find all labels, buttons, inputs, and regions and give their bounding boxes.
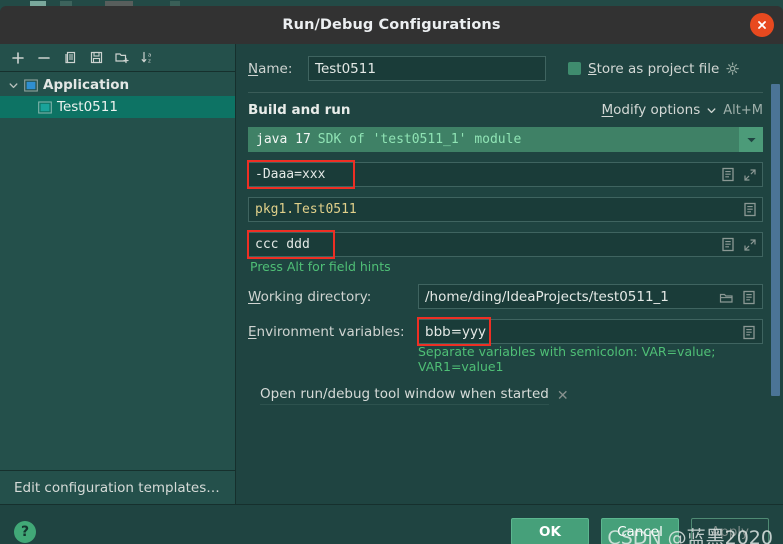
main-class-value: pkg1.Test0511 — [255, 202, 357, 217]
plus-icon — [12, 51, 24, 64]
chevron-down-icon — [9, 82, 18, 88]
save-configuration-button[interactable] — [84, 47, 108, 69]
sort-configurations-button[interactable]: a z — [136, 47, 160, 69]
edit-configuration-templates-link[interactable]: Edit configuration templates… — [0, 470, 235, 504]
store-as-project-file-toggle[interactable]: Store as project file — [568, 61, 740, 77]
open-tool-window-row: Open run/debug tool window when started … — [248, 386, 763, 405]
macro-list-icon[interactable] — [721, 167, 735, 182]
form-scrollbar[interactable] — [771, 84, 780, 396]
build-and-run-header: Build and run Modify options Alt+M — [248, 102, 763, 118]
close-icon — [758, 21, 766, 29]
field-hint: Press Alt for field hints — [250, 259, 391, 274]
environment-variables-input[interactable]: bbb=yyy — [418, 319, 763, 344]
sdk-dropdown-arrow[interactable] — [739, 127, 763, 152]
apply-label: Apply — [710, 523, 750, 540]
store-as-project-file-checkbox[interactable] — [568, 62, 581, 75]
add-configuration-button[interactable] — [6, 47, 30, 69]
close-icon[interactable]: ✕ — [557, 388, 569, 404]
dialog-footer: ? OK Cancel Apply CSDN @蓝黑2020 — [0, 504, 783, 544]
dialog-buttons: OK Cancel Apply — [511, 518, 769, 544]
main-class-input[interactable]: pkg1.Test0511 — [248, 197, 763, 222]
modify-options-button[interactable]: Modify options — [602, 102, 701, 118]
program-arguments-field-icons — [721, 232, 757, 257]
sidebar-toolbar: a z — [0, 44, 235, 72]
close-button[interactable] — [750, 13, 774, 37]
edit-configuration-templates-label: Edit configuration templates… — [14, 479, 220, 496]
copy-configuration-button[interactable] — [58, 47, 82, 69]
name-input[interactable]: Test0511 — [308, 56, 546, 81]
program-arguments-input[interactable]: ccc ddd — [248, 232, 763, 257]
application-icon — [24, 78, 38, 92]
chevron-down-icon — [746, 137, 756, 142]
help-label: ? — [20, 523, 30, 540]
tree-item-label: Test0511 — [57, 99, 118, 115]
name-input-value: Test0511 — [315, 60, 376, 77]
environment-variables-row: Environment variables: bbb=yyy — [248, 317, 763, 346]
jre-sdk-dropdown[interactable]: java 17 SDK of 'test0511_1' module — [248, 127, 763, 152]
expand-icon[interactable] — [743, 168, 757, 182]
store-as-project-file-label: Store as project file — [588, 60, 720, 77]
working-directory-row: Working directory: /home/ding/IdeaProjec… — [248, 284, 763, 309]
save-icon — [90, 51, 102, 64]
modify-options-shortcut: Alt+M — [723, 102, 763, 118]
folder-add-icon — [115, 53, 129, 64]
configurations-tree: Application Test0511 — [0, 72, 235, 470]
vm-options-row: -Daaa=xxx — [247, 160, 763, 189]
dialog-title: Run/Debug Configurations — [282, 17, 501, 33]
ok-button[interactable]: OK — [511, 518, 589, 544]
copy-icon — [64, 51, 75, 64]
sdk-main-label: java 17 — [256, 132, 311, 147]
dialog-titlebar: Run/Debug Configurations — [0, 6, 783, 44]
expand-icon[interactable] — [743, 238, 757, 252]
ok-label: OK — [539, 523, 561, 540]
configurations-sidebar: a z Application Test0511 Edit configurat… — [0, 44, 236, 504]
tree-item-test0511[interactable]: Test0511 — [0, 96, 235, 118]
environment-variables-value: bbb=yyy — [425, 323, 486, 340]
gear-icon[interactable] — [726, 61, 740, 76]
program-arguments-row: ccc ddd — [247, 230, 763, 259]
macro-list-icon[interactable] — [742, 290, 756, 305]
minus-icon — [38, 56, 50, 59]
svg-text:a: a — [148, 52, 151, 58]
tree-group-label: Application — [43, 77, 130, 93]
working-directory-field-icons — [719, 285, 756, 310]
svg-text:z: z — [148, 59, 151, 65]
application-icon — [38, 100, 52, 114]
new-folder-button[interactable] — [110, 47, 134, 69]
folder-browse-icon[interactable] — [719, 291, 734, 305]
vm-options-field-icons — [721, 162, 757, 187]
macro-list-icon[interactable] — [742, 325, 756, 340]
working-directory-label: Working directory: — [248, 288, 372, 305]
macro-list-icon[interactable] — [743, 202, 757, 217]
environment-hint: Separate variables with semicolon: VAR=v… — [418, 344, 716, 374]
sort-alpha-icon: a z — [141, 51, 151, 65]
name-row: Name: Test0511 Store as project file — [248, 56, 763, 81]
vm-options-input[interactable]: -Daaa=xxx — [248, 162, 763, 187]
modify-options-area: Modify options Alt+M — [602, 102, 763, 118]
program-arguments-value: ccc ddd — [255, 237, 310, 252]
chevron-down-icon[interactable] — [706, 105, 717, 116]
dialog-body: a z Application Test0511 Edit configurat… — [0, 44, 783, 504]
configuration-form: Name: Test0511 Store as project file Bui… — [236, 44, 783, 504]
section-title: Build and run — [248, 102, 351, 118]
working-directory-input[interactable]: /home/ding/IdeaProjects/test0511_1 — [418, 284, 763, 309]
apply-button[interactable]: Apply — [691, 518, 769, 544]
form-divider — [248, 92, 763, 93]
run-debug-configurations-dialog: Run/Debug Configurations a z Application… — [0, 6, 783, 544]
remove-configuration-button[interactable] — [32, 47, 56, 69]
environment-variables-label: Environment variables: — [248, 323, 405, 340]
cancel-label: Cancel — [617, 523, 663, 540]
tree-group-application[interactable]: Application — [0, 74, 235, 96]
macro-list-icon[interactable] — [721, 237, 735, 252]
sdk-sub-label: SDK of 'test0511_1' module — [317, 132, 522, 147]
cancel-button[interactable]: Cancel — [601, 518, 679, 544]
working-directory-value: /home/ding/IdeaProjects/test0511_1 — [425, 288, 669, 305]
help-button[interactable]: ? — [14, 520, 36, 543]
open-tool-window-label[interactable]: Open run/debug tool window when started — [260, 386, 549, 405]
environment-variables-field-icons — [742, 320, 756, 345]
name-label: Name: — [248, 60, 293, 77]
main-class-field-icons — [743, 197, 757, 222]
vm-options-value: -Daaa=xxx — [255, 167, 326, 182]
main-class-row: pkg1.Test0511 — [248, 197, 763, 222]
